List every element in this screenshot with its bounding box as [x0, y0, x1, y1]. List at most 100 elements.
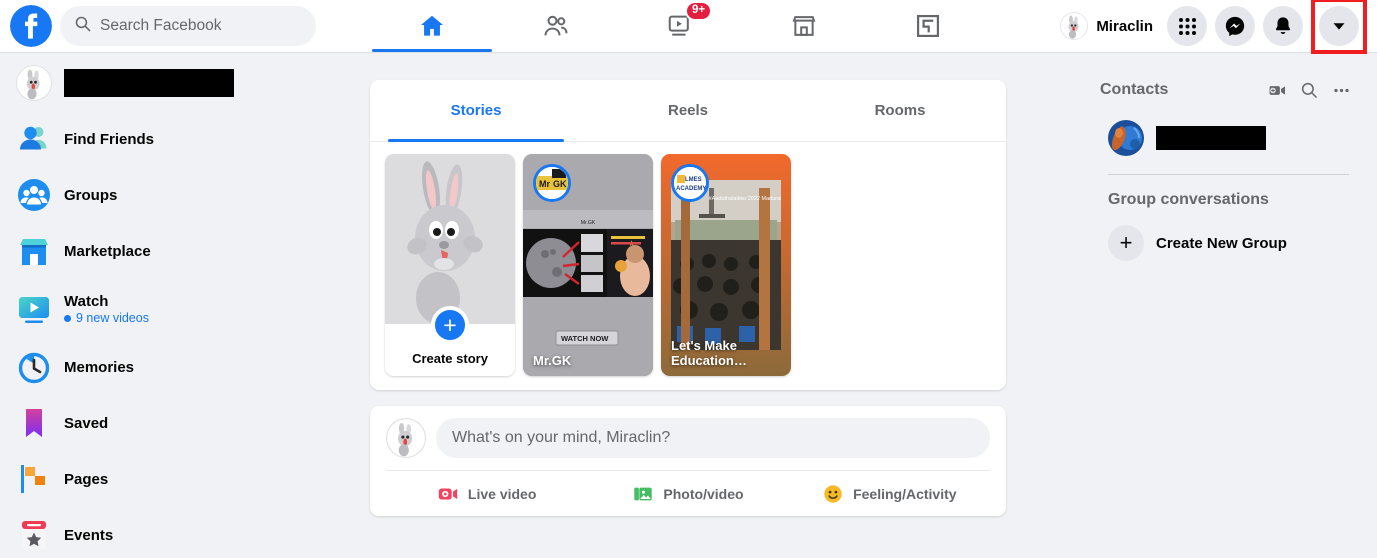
- marketplace-icon: [16, 233, 52, 269]
- watch-notification-badge: 9+: [685, 1, 712, 21]
- sidebar-item-label: Events: [64, 527, 113, 544]
- sidebar-item-label: Saved: [64, 415, 108, 432]
- friends-icon: [542, 12, 570, 40]
- create-new-group-button[interactable]: + Create New Group: [1100, 221, 1357, 265]
- events-icon: [16, 517, 52, 553]
- composer-input[interactable]: What's on your mind, Miraclin?: [436, 418, 990, 458]
- stories-strip: + Create story: [370, 142, 1006, 390]
- contact-avatar: [1108, 120, 1144, 156]
- memories-icon: [16, 349, 52, 385]
- tab-stories[interactable]: Stories: [370, 80, 582, 141]
- story-caption: Mr.GK: [523, 345, 653, 376]
- nav-tab-marketplace[interactable]: [742, 0, 866, 52]
- top-navigation-bar: Search Facebook 9+: [0, 0, 1377, 53]
- user-avatar[interactable]: [386, 418, 426, 458]
- sidebar-watch-badge: 9 new videos: [64, 311, 149, 325]
- bugs-bunny-avatar-image: [385, 154, 515, 324]
- sidebar-item-memories[interactable]: Memories: [8, 345, 340, 389]
- sidebar-item-marketplace[interactable]: Marketplace: [8, 229, 340, 273]
- account-name: Miraclin: [1096, 18, 1153, 35]
- sidebar-item-find-friends[interactable]: Find Friends: [8, 117, 340, 161]
- topbar-left-group: Search Facebook: [0, 5, 316, 47]
- messenger-icon: [1224, 15, 1246, 37]
- create-story-card[interactable]: + Create story: [385, 154, 515, 376]
- search-icon: [74, 15, 91, 37]
- grid-menu-icon: [1177, 16, 1198, 37]
- plus-icon[interactable]: +: [431, 306, 469, 344]
- tab-label: Reels: [668, 102, 708, 119]
- create-new-group-label: Create New Group: [1156, 235, 1287, 252]
- active-tab-indicator: [372, 49, 492, 52]
- contacts-header: Contacts: [1100, 70, 1357, 110]
- composer-live-video-button[interactable]: Live video: [386, 483, 587, 505]
- svg-text:GK: GK: [553, 179, 567, 189]
- nav-tab-watch[interactable]: 9+: [618, 0, 742, 52]
- sidebar-item-sublabel: 9 new videos: [76, 311, 149, 325]
- story-watch-now-label: WATCH NOW: [561, 334, 608, 343]
- story-caption: Let's Make Education…: [661, 330, 756, 376]
- center-feed-column: Stories Reels Rooms: [370, 80, 1006, 516]
- sidebar-item-watch[interactable]: Watch 9 new videos: [8, 285, 340, 333]
- main-nav-tabs: 9+: [370, 0, 990, 52]
- search-input[interactable]: Search Facebook: [60, 6, 316, 46]
- tab-label: Stories: [451, 102, 502, 119]
- groups-icon: [16, 177, 52, 213]
- svg-text:LMES: LMES: [685, 177, 702, 183]
- left-sidebar: Find Friends Groups Marketplace: [0, 53, 340, 558]
- apps-menu-button[interactable]: [1167, 6, 1207, 46]
- contacts-title: Contacts: [1100, 81, 1261, 99]
- pages-icon: [16, 461, 52, 497]
- composer-action-label: Feeling/Activity: [853, 486, 956, 502]
- sidebar-item-label: Groups: [64, 187, 117, 204]
- find-friends-icon: [16, 121, 52, 157]
- bell-icon: [1272, 15, 1294, 37]
- facebook-logo-icon[interactable]: [10, 5, 52, 47]
- story-card-mrgk[interactable]: ★ Mr GK Mr.GK WAT: [523, 154, 653, 376]
- story-card-lmes[interactable]: LMES ACADEMY #Aaduthalaikku 2022 Madurai…: [661, 154, 791, 376]
- sidebar-item-label: Marketplace: [64, 243, 151, 260]
- contact-name-redacted: [1156, 126, 1266, 150]
- story-headline-text: Mr.GK: [523, 220, 653, 227]
- composer-photo-video-button[interactable]: Photo/video: [587, 483, 788, 505]
- messenger-button[interactable]: [1215, 6, 1255, 46]
- contacts-search-icon[interactable]: [1293, 74, 1325, 106]
- nav-tab-home[interactable]: [370, 0, 494, 52]
- user-avatar: [1060, 12, 1088, 40]
- contact-list-item[interactable]: [1100, 116, 1357, 160]
- tab-rooms[interactable]: Rooms: [794, 80, 1006, 141]
- watch-icon: [16, 291, 52, 327]
- sidebar-profile-name-redacted: [64, 69, 234, 97]
- home-icon: [418, 12, 446, 40]
- tab-reels[interactable]: Reels: [582, 80, 794, 141]
- nav-tab-friends[interactable]: [494, 0, 618, 52]
- contacts-more-options-icon[interactable]: [1325, 74, 1357, 106]
- group-conversations-title: Group conversations: [1100, 185, 1357, 215]
- search-placeholder: Search Facebook: [100, 17, 222, 35]
- right-sidebar: Contacts: [1080, 70, 1377, 265]
- nav-tab-gaming[interactable]: [866, 0, 990, 52]
- sidebar-item-groups[interactable]: Groups: [8, 173, 340, 217]
- topbar-right-group: Miraclin: [1054, 0, 1367, 52]
- photo-video-icon: [632, 483, 654, 505]
- account-dropdown-button[interactable]: [1319, 6, 1359, 46]
- sidebar-item-label: Memories: [64, 359, 134, 376]
- sidebar-divider: [1108, 174, 1349, 175]
- saved-icon: [16, 405, 52, 441]
- composer-action-row: Live video Photo/video Feeling/Activity: [386, 470, 990, 516]
- notifications-button[interactable]: [1263, 6, 1303, 46]
- composer-top-row: What's on your mind, Miraclin?: [386, 418, 990, 470]
- composer-feeling-activity-button[interactable]: Feeling/Activity: [789, 483, 990, 505]
- sidebar-item-saved[interactable]: Saved: [8, 401, 340, 445]
- stories-tab-bar: Stories Reels Rooms: [370, 80, 1006, 142]
- account-profile-chip[interactable]: Miraclin: [1054, 12, 1159, 40]
- sidebar-item-pages[interactable]: Pages: [8, 457, 340, 501]
- composer-placeholder: What's on your mind, Miraclin?: [452, 429, 670, 447]
- svg-text:Mr: Mr: [539, 179, 550, 189]
- sidebar-item-label: Pages: [64, 471, 108, 488]
- sidebar-item-events[interactable]: Events: [8, 513, 340, 557]
- composer-action-label: Live video: [468, 486, 536, 502]
- svg-text:ACADEMY: ACADEMY: [676, 186, 706, 192]
- video-call-icon[interactable]: [1261, 74, 1293, 106]
- sidebar-item-label: Watch: [64, 293, 149, 310]
- sidebar-item-profile[interactable]: [8, 61, 340, 105]
